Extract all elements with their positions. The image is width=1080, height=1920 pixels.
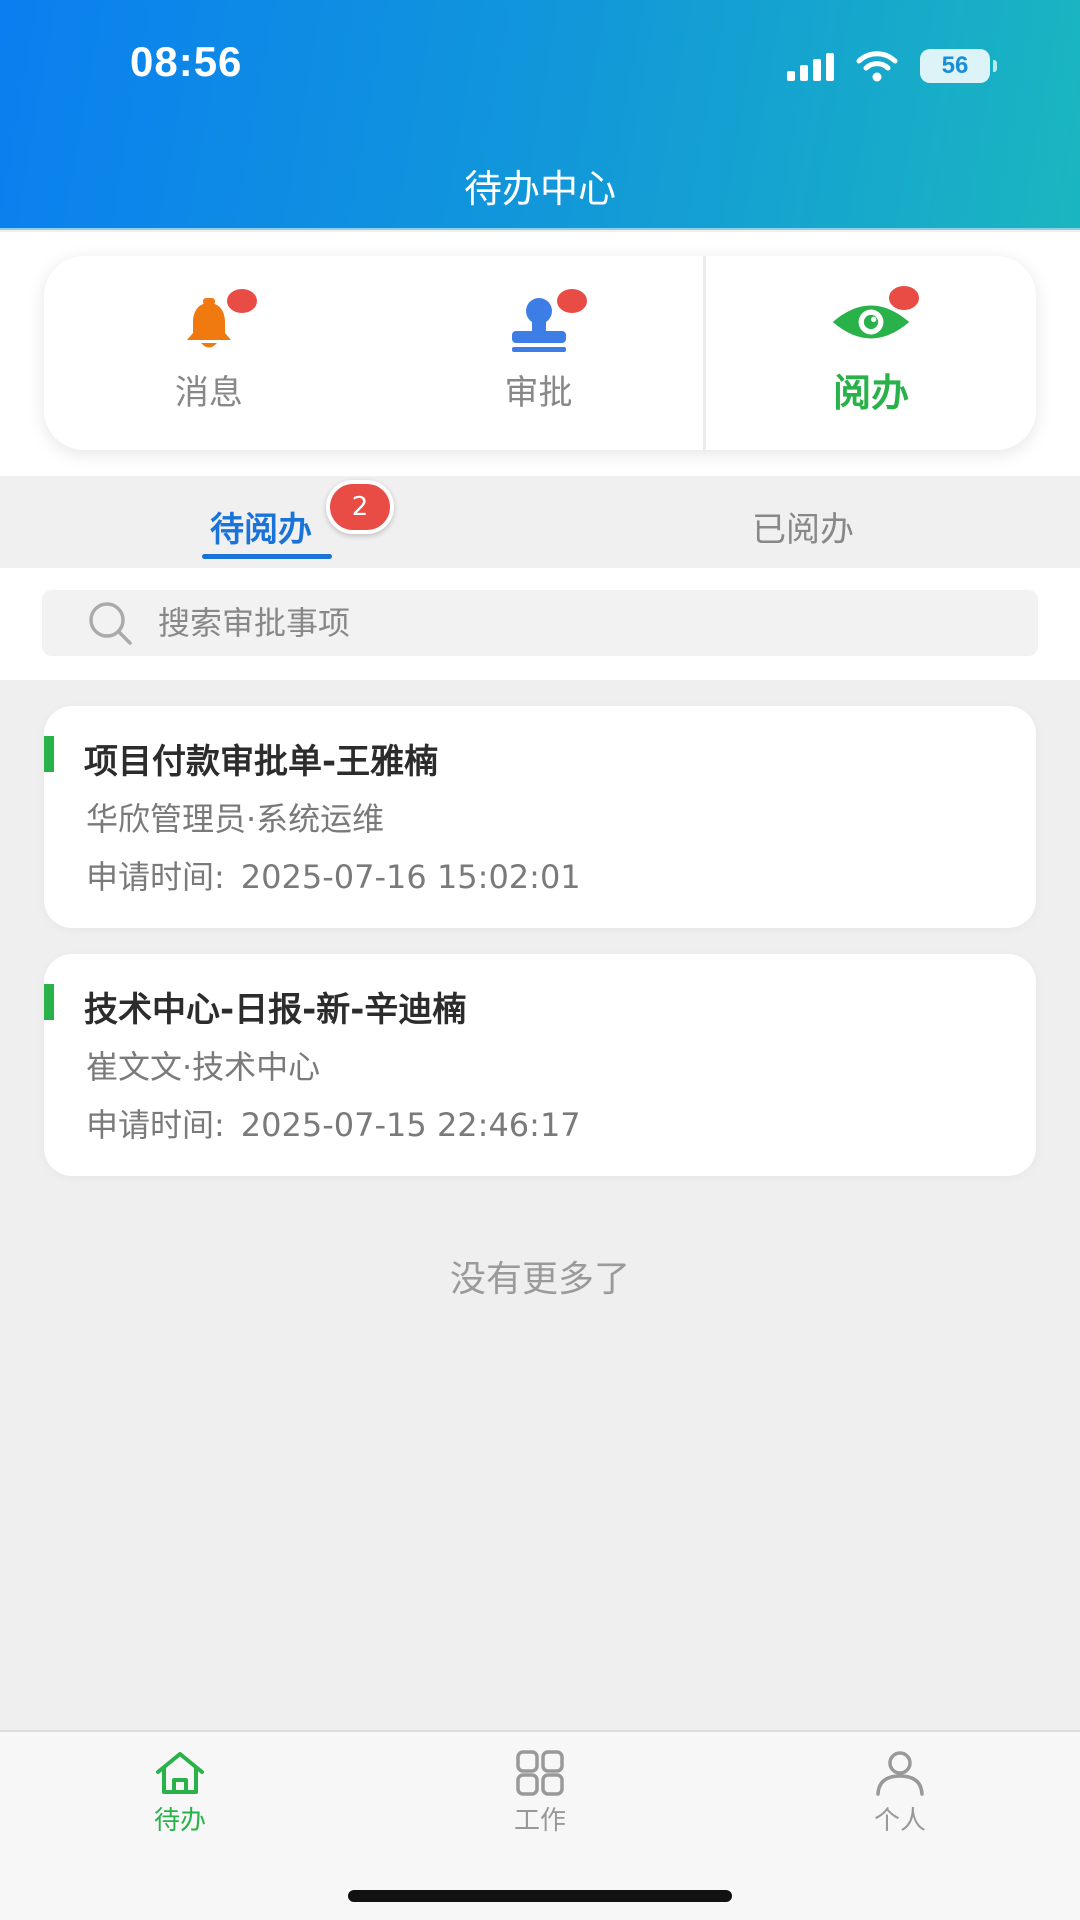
tab-active-indicator [202,554,332,559]
pending-count-badge: 2 [326,480,394,534]
tab-pending[interactable]: 待阅办 [210,502,312,551]
header: 08:56 56 待办中心 [0,0,1080,230]
category-label: 阅办 [833,370,910,415]
status-time: 08:56 [130,38,243,85]
battery-level: 56 [941,52,969,79]
notification-dot [556,288,587,313]
nav-item-work[interactable]: 工作 [440,1750,640,1837]
search-box[interactable] [42,590,1038,656]
status-icons: 56 [787,46,997,86]
home-indicator[interactable] [348,1890,732,1902]
tab-done[interactable]: 已阅办 [752,502,854,551]
item-time: 申请时间: 2025-07-16 15:02:01 [86,852,581,898]
category-approval[interactable]: 审批 [374,256,704,450]
nav-label: 待办 [153,1806,206,1836]
list-end-text: 没有更多了 [449,1259,630,1300]
battery-icon: 56 [920,49,997,83]
grid-icon [516,1750,564,1796]
category-read[interactable]: 阅办 [703,256,1037,450]
category-label: 消息 [174,372,243,413]
category-card: 消息 审批 阅办 [44,256,1037,450]
item-title: 技术中心-日报-新-辛迪楠 [84,990,467,1030]
status-bar-marker [44,984,54,1020]
status-bar-marker [44,736,54,772]
tab-bar: 待阅办 已阅办 [0,476,1080,568]
category-message[interactable]: 消息 [44,256,374,450]
search-input[interactable] [158,604,858,642]
nav-label: 工作 [513,1806,566,1836]
nav-label: 个人 [873,1806,926,1836]
item-time-value: 2025-07-16 15:02:01 [240,858,581,896]
page-title: 待办中心 [463,167,616,211]
signal-icon [787,51,834,81]
nav-item-profile[interactable]: 个人 [800,1750,1000,1837]
person-icon [876,1751,924,1796]
notification-dot [889,285,920,310]
item-time-label: 申请时间: [86,1106,225,1144]
list-item[interactable]: 项目付款审批单-王雅楠 华欣管理员·系统运维 申请时间: 2025-07-16 1… [44,706,1036,928]
search-icon [89,602,132,645]
search-area [0,568,1080,680]
item-time-value: 2025-07-15 22:46:17 [240,1106,581,1144]
item-time: 申请时间: 2025-07-15 22:46:17 [86,1100,581,1146]
item-subtitle: 崔文文·技术中心 [86,1048,321,1086]
item-time-label: 申请时间: [86,858,225,896]
nav-item-todo[interactable]: 待办 [80,1750,280,1837]
wifi-icon [856,51,898,82]
item-subtitle: 华欣管理员·系统运维 [86,800,385,838]
list-item[interactable]: 技术中心-日报-新-辛迪楠 崔文文·技术中心 申请时间: 2025-07-15 2… [44,954,1036,1176]
category-label: 审批 [504,372,573,413]
notification-dot [226,288,257,313]
item-title: 项目付款审批单-王雅楠 [84,742,439,782]
category-area: 消息 审批 阅办 [0,232,1080,476]
home-icon [156,1752,204,1794]
